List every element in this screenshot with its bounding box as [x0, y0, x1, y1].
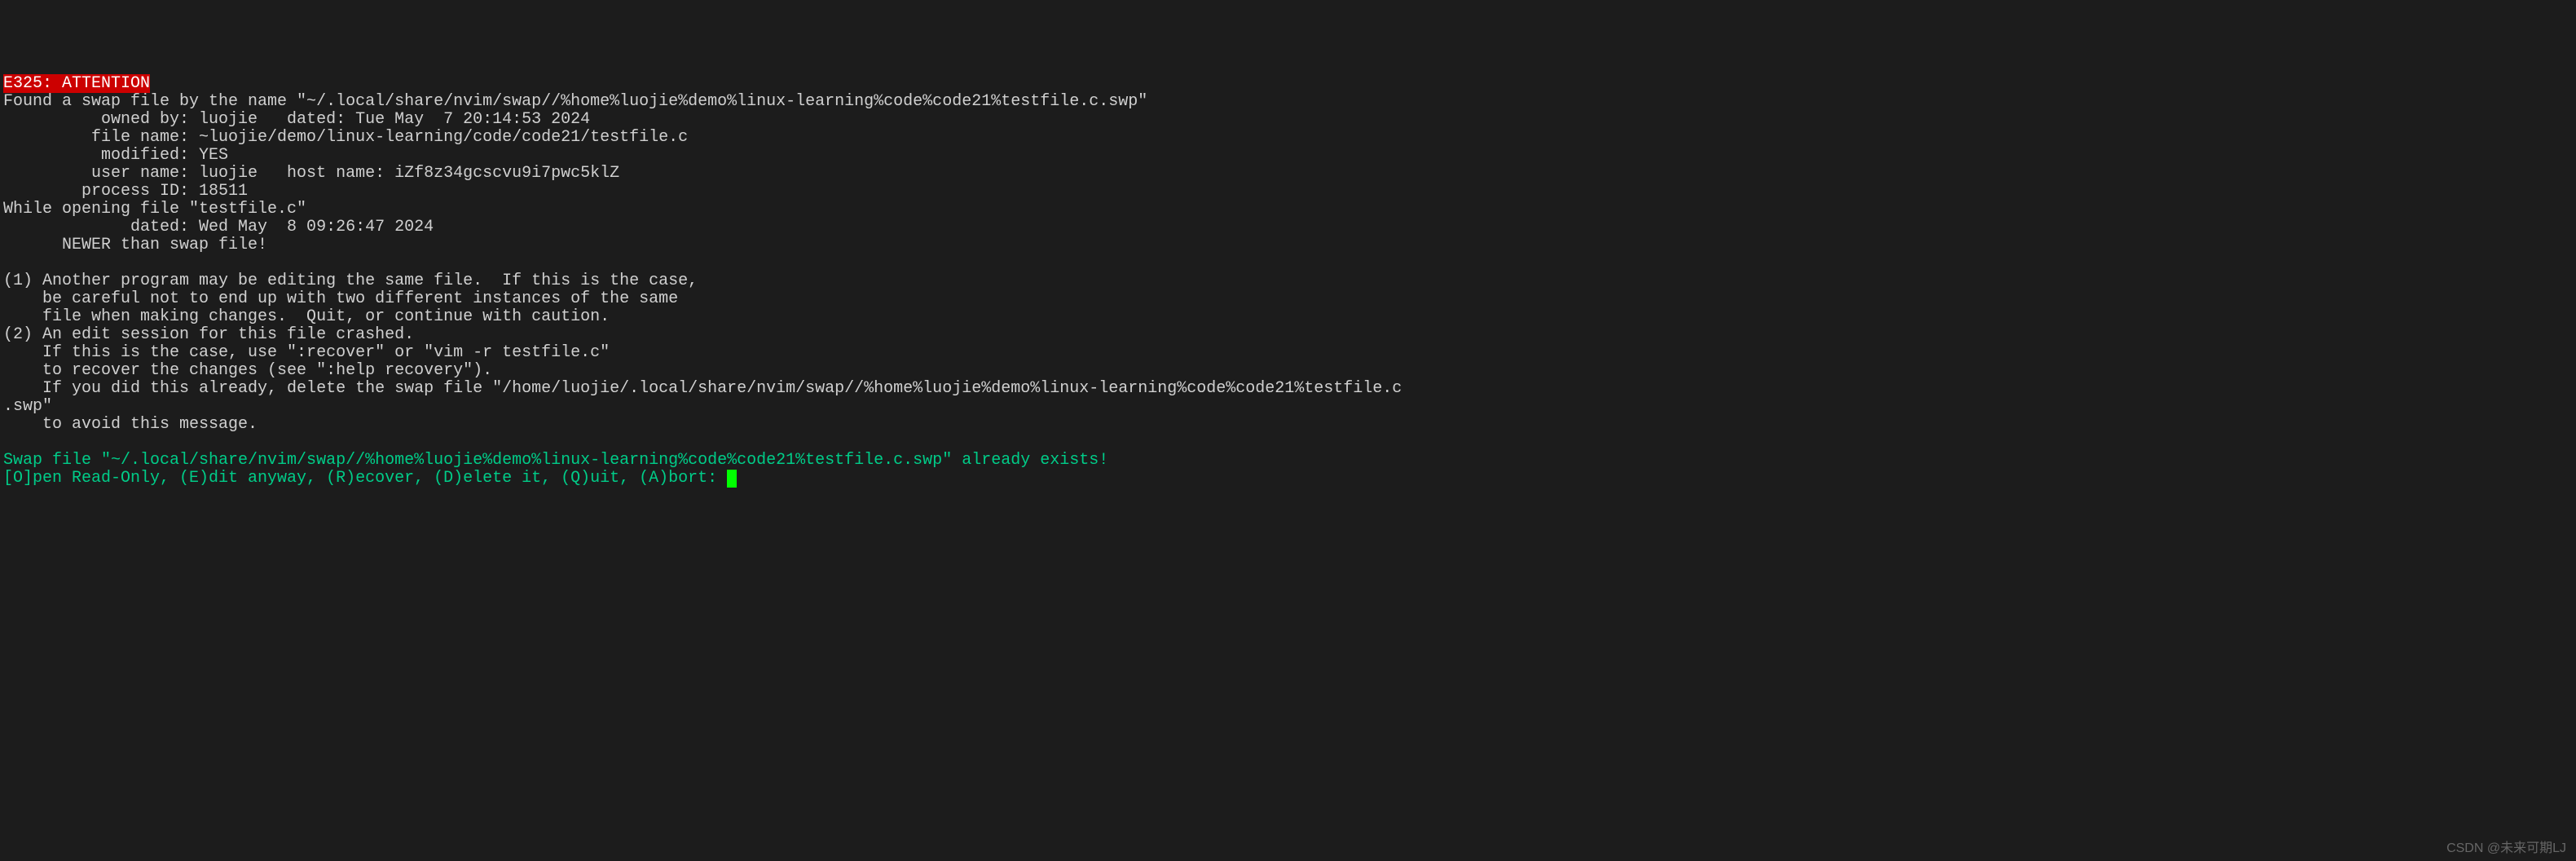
- warning-1-line-1: (1) Another program may be editing the s…: [3, 272, 698, 290]
- file-name-line: file name: ~luojie/demo/linux-learning/c…: [3, 128, 688, 147]
- owned-by-line: owned by: luojie dated: Tue May 7 20:14:…: [3, 110, 590, 129]
- warning-2-line-4: If you did this already, delete the swap…: [3, 379, 1402, 398]
- swap-file-found: Found a swap file by the name "~/.local/…: [3, 92, 1147, 111]
- warning-1-line-3: file when making changes. Quit, or conti…: [3, 307, 610, 326]
- warning-2-line-6: to avoid this message.: [3, 415, 258, 434]
- swap-exists-message: Swap file "~/.local/share/nvim/swap//%ho…: [3, 451, 1108, 470]
- warning-2-line-3: to recover the changes (see ":help recov…: [3, 361, 492, 380]
- warning-2-line-1: (2) An edit session for this file crashe…: [3, 325, 414, 344]
- user-host-line: user name: luojie host name: iZf8z34gcsc…: [3, 164, 619, 183]
- dated-line: dated: Wed May 8 09:26:47 2024: [3, 218, 434, 236]
- modified-line: modified: YES: [3, 146, 228, 165]
- newer-than-swap-line: NEWER than swap file!: [3, 236, 267, 254]
- warning-1-line-2: be careful not to end up with two differ…: [3, 289, 678, 308]
- terminal-output: E325: ATTENTION Found a swap file by the…: [3, 75, 2573, 488]
- process-id-line: process ID: 18511: [3, 182, 248, 201]
- prompt-options[interactable]: [O]pen Read-Only, (E)dit anyway, (R)ecov…: [3, 469, 727, 488]
- error-code: E325: ATTENTION: [3, 74, 150, 93]
- while-opening-line: While opening file "testfile.c": [3, 200, 306, 219]
- warning-2-line-2: If this is the case, use ":recover" or "…: [3, 343, 610, 362]
- watermark: CSDN @未来可期LJ: [2446, 841, 2566, 856]
- cursor[interactable]: [727, 470, 737, 488]
- warning-2-line-5: .swp": [3, 397, 52, 416]
